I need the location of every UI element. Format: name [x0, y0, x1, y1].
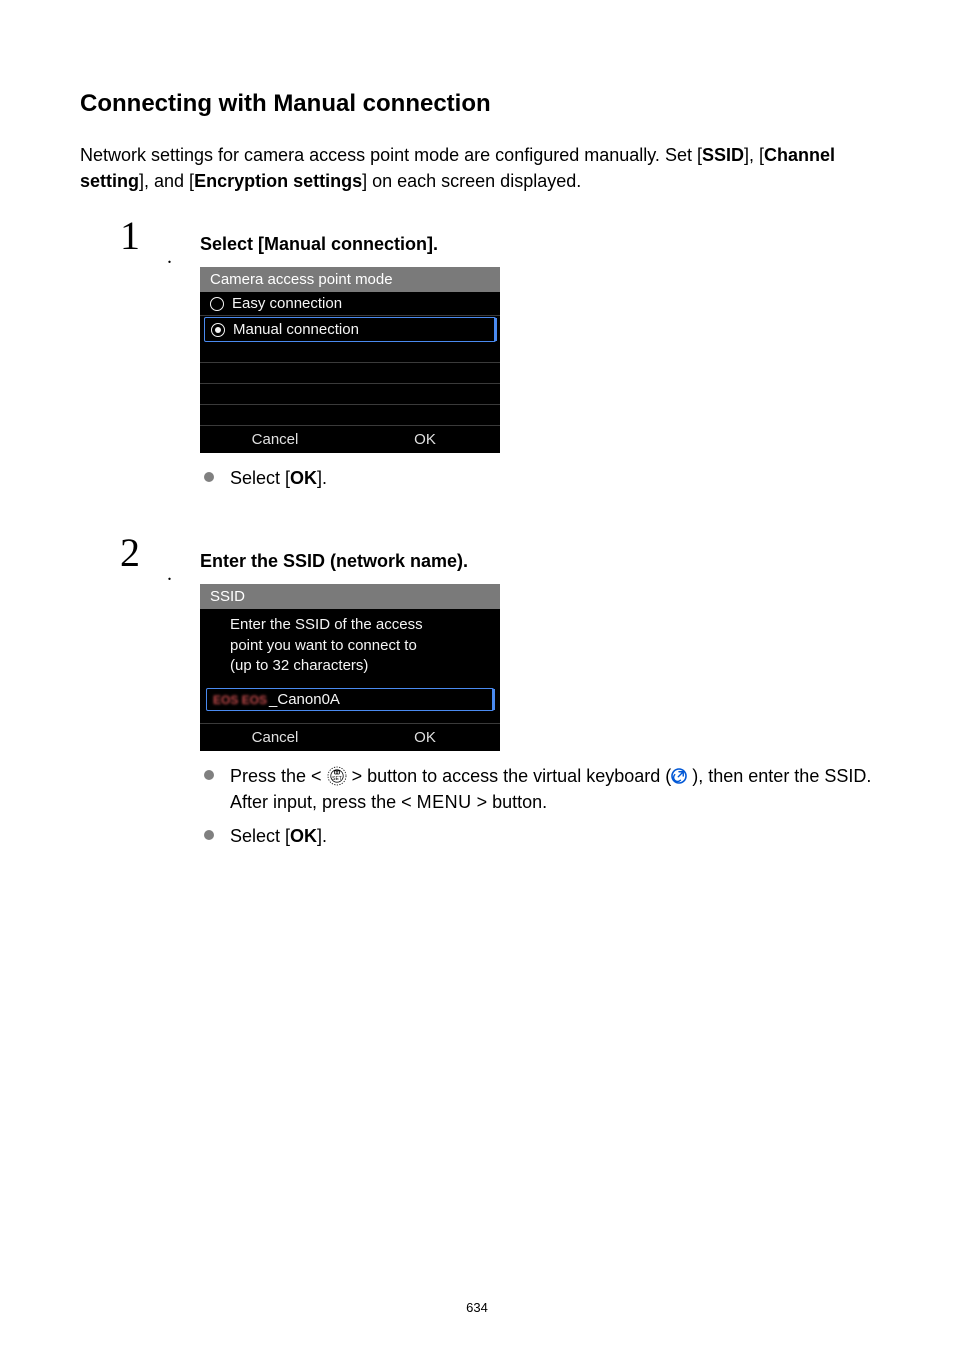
empty-row: [200, 405, 500, 425]
svg-text:SET: SET: [332, 776, 342, 782]
option-manual-connection: Manual connection: [204, 317, 496, 342]
camshot-title: SSID: [200, 584, 500, 609]
page: Connecting with Manual connection Networ…: [0, 0, 954, 1345]
step-1: 1 . Select [Manual connection]. Camera a…: [170, 234, 874, 491]
empty-row: [200, 342, 500, 363]
step-2-heading: Enter the SSID (network name).: [200, 551, 874, 572]
intro-paragraph: Network settings for camera access point…: [80, 142, 874, 194]
ssid-instruction-line: Enter the SSID of the access: [230, 615, 470, 635]
empty-row: [200, 363, 500, 384]
camshot-button-bar: Cancel OK: [200, 425, 500, 453]
step-1-notes: Select [OK].: [200, 465, 874, 491]
option-label: Easy connection: [232, 295, 342, 312]
camshot-cancel-button: Cancel: [200, 426, 350, 453]
radio-selected-icon: [211, 323, 225, 337]
camshot-ok-button: OK: [350, 724, 500, 751]
intro-text: ], [: [744, 145, 764, 165]
ssid-input-field: EOS EOS_Canon0A: [206, 688, 494, 711]
option-easy-connection: Easy connection: [200, 292, 500, 316]
ssid-instruction-line: point you want to connect to: [230, 636, 470, 656]
ssid-redacted-prefix: EOS EOS: [213, 693, 267, 707]
note-text: Press the <: [230, 766, 327, 786]
cross-ref-link-icon[interactable]: [671, 765, 687, 781]
camshot-title: Camera access point mode: [200, 267, 500, 292]
note-select-ok: Select [OK].: [200, 465, 874, 491]
intro-text: ] on each screen displayed.: [362, 171, 581, 191]
camera-screenshot-1: Camera access point mode Easy connection…: [200, 267, 500, 453]
intro-text: ], and [: [139, 171, 194, 191]
step-number-dot: .: [167, 246, 172, 269]
radio-unselected-icon: [210, 297, 224, 311]
note-select-ok: Select [OK].: [200, 823, 874, 849]
note-text: > button to access the virtual keyboard …: [347, 766, 672, 786]
step-2: 2 . Enter the SSID (network name). SSID …: [170, 551, 874, 849]
camshot-ok-button: OK: [350, 426, 500, 453]
ssid-value: _Canon0A: [269, 691, 340, 708]
intro-bold-ssid: SSID: [702, 145, 744, 165]
step-2-notes: Press the < SET > button to access the v…: [200, 763, 874, 849]
camshot-cancel-button: Cancel: [200, 724, 350, 751]
ssid-instruction-line: (up to 32 characters): [230, 656, 470, 676]
intro-bold-encryption: Encryption settings: [194, 171, 362, 191]
note-press-set: Press the < SET > button to access the v…: [200, 763, 874, 815]
camera-screenshot-2: SSID Enter the SSID of the access point …: [200, 584, 500, 751]
note-text: Select [: [230, 468, 290, 488]
steps-list: 1 . Select [Manual connection]. Camera a…: [80, 234, 874, 849]
camshot-button-bar: Cancel OK: [200, 723, 500, 751]
set-button-icon: SET: [327, 766, 347, 786]
ssid-instruction: Enter the SSID of the access point you w…: [200, 609, 500, 688]
step-number: 2: [120, 529, 140, 576]
note-text: > button.: [472, 792, 548, 812]
step-number: 1: [120, 212, 140, 259]
note-text: Select [: [230, 826, 290, 846]
note-bold-ok: OK: [290, 826, 317, 846]
step-number-dot: .: [167, 563, 172, 586]
note-text: ].: [317, 826, 327, 846]
note-text: ].: [317, 468, 327, 488]
intro-text: Network settings for camera access point…: [80, 145, 702, 165]
menu-button-glyph: MENU: [417, 792, 472, 812]
empty-row: [200, 384, 500, 405]
step-1-heading: Select [Manual connection].: [200, 234, 874, 255]
page-title: Connecting with Manual connection: [80, 90, 874, 118]
note-bold-ok: OK: [290, 468, 317, 488]
option-label: Manual connection: [233, 321, 359, 338]
page-number: 634: [0, 1300, 954, 1315]
